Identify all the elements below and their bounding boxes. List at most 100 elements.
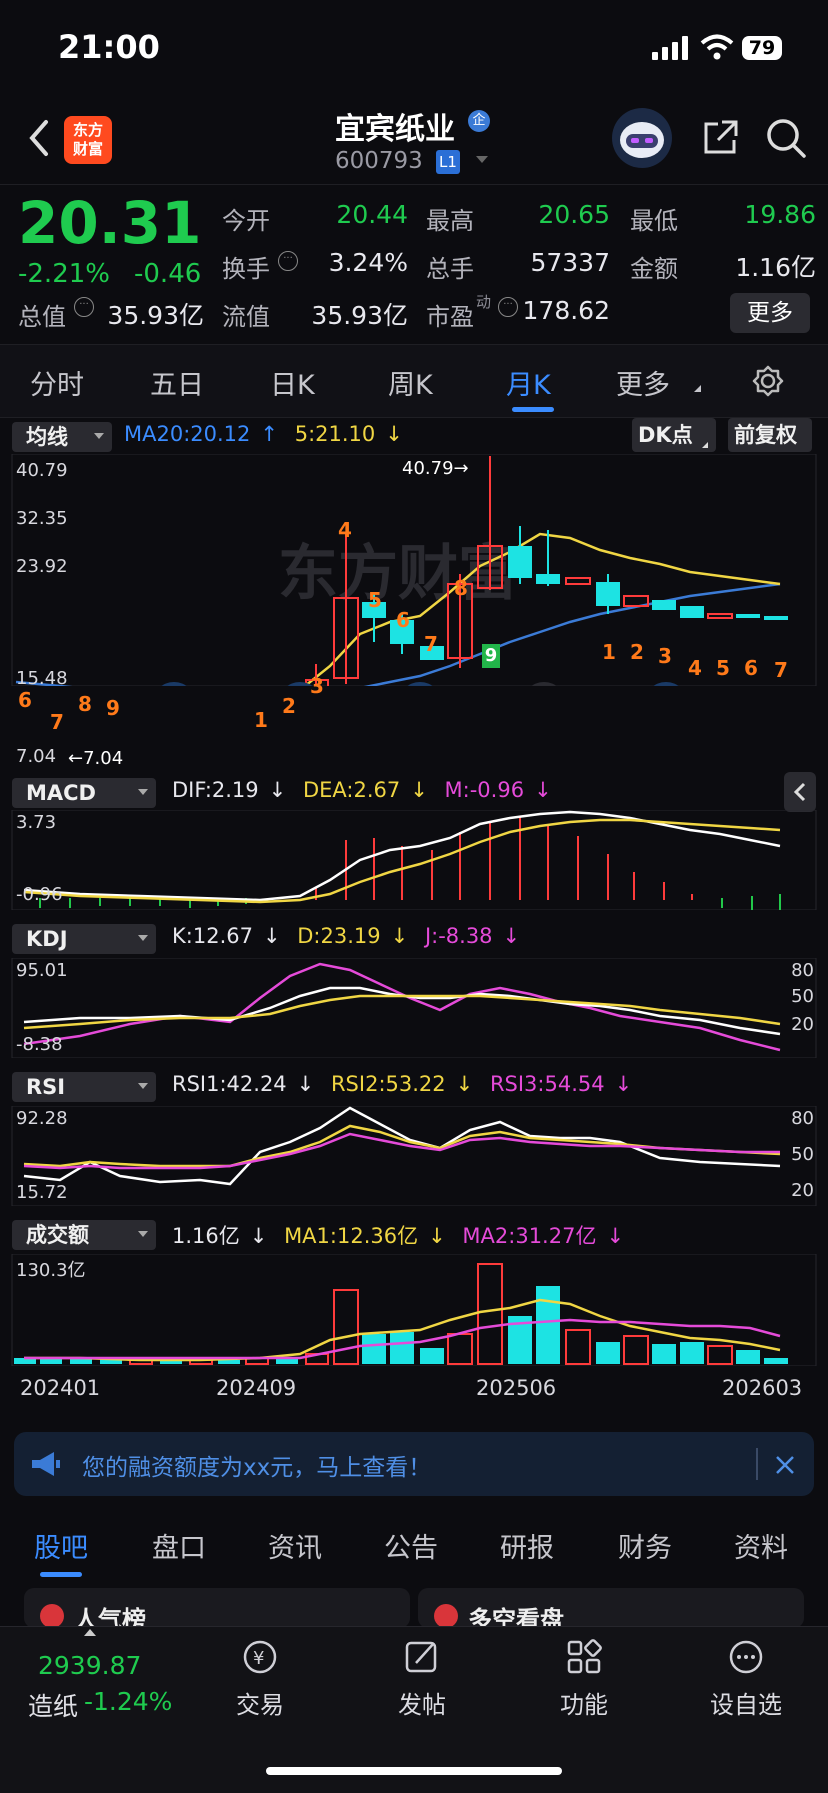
tab-daily[interactable]: 日K	[270, 363, 315, 402]
signal-icon	[652, 36, 688, 60]
td-number: 8	[454, 576, 468, 600]
tab-more-caret-icon	[694, 385, 701, 392]
level-badge[interactable]: L1	[436, 150, 460, 174]
home-indicator	[266, 1767, 562, 1775]
zoom-in-button[interactable]	[152, 682, 196, 686]
td-number: 1	[254, 708, 268, 732]
kdj-j: J:-8.38	[424, 924, 493, 948]
nav-trade[interactable]: ¥ 交易	[200, 1627, 320, 1719]
stock-header: 东方 财富 宜宾纸业 企 600793 L1	[0, 96, 828, 184]
td-number: 3	[310, 674, 324, 698]
kdj-k: K:12.67	[172, 924, 253, 948]
search-icon[interactable]	[764, 116, 808, 160]
volume-bars	[14, 1263, 788, 1365]
td-number: 9	[106, 696, 120, 720]
adjust-button[interactable]: 前复权	[728, 418, 812, 452]
float-value: 35.93亿	[311, 301, 408, 330]
tab-pankou[interactable]: 盘口	[152, 1526, 206, 1565]
nav-add-watchlist[interactable]: 设自选	[686, 1627, 806, 1719]
more-dots-icon	[729, 1640, 763, 1674]
close-icon[interactable]	[774, 1454, 796, 1476]
gear-icon[interactable]	[752, 365, 784, 397]
td-number: 3	[658, 644, 672, 668]
ma-indicator-selector[interactable]: 均线	[12, 422, 112, 452]
info-icon[interactable]: ···	[498, 297, 518, 317]
low-value: 19.86	[744, 200, 816, 229]
popularity-card[interactable]: 人气榜	[24, 1588, 410, 1628]
stock-code: 600793	[335, 148, 423, 174]
vs-icon	[434, 1604, 458, 1628]
clock: 21:00	[58, 28, 160, 66]
pe-value: 178.62	[522, 296, 610, 325]
y-label: 7.04	[16, 746, 57, 767]
financing-banner[interactable]: 您的融资额度为xx元，马上查看！	[14, 1432, 814, 1496]
more-button[interactable]: 更多	[730, 293, 810, 333]
td-number: 7	[424, 632, 438, 656]
td-number: 6	[744, 656, 758, 680]
y-label: 40.79	[16, 460, 68, 481]
macd-m: M:-0.96	[444, 778, 525, 802]
grid-icon	[567, 1639, 602, 1674]
amount-value: 1.16亿	[735, 253, 816, 282]
tab-monthly[interactable]: 月K	[506, 363, 551, 402]
macd-selector[interactable]: MACD	[12, 778, 156, 808]
tab-announcements[interactable]: 公告	[384, 1526, 438, 1565]
volume-y-top: 130.3亿	[16, 1260, 86, 1281]
kdj-y-bottom: -8.38	[16, 1034, 63, 1055]
kdj-r-50: 50	[791, 986, 814, 1007]
trade-icon: ¥	[243, 1640, 277, 1674]
back-icon[interactable]	[22, 118, 56, 158]
tab-guba[interactable]: 股吧	[34, 1526, 88, 1565]
index-name[interactable]: 造纸	[28, 1687, 78, 1723]
assistant-robot-icon[interactable]	[612, 108, 672, 168]
tab-five-day[interactable]: 五日	[150, 363, 204, 402]
period-tabs: 分时 五日 日K 周K 月K 更多	[0, 344, 828, 418]
card-title: 多空看盘	[468, 1606, 564, 1628]
high-value: 20.65	[538, 200, 610, 229]
turnover-label: 换手	[222, 255, 270, 283]
volume-chart[interactable]	[0, 1254, 828, 1366]
nav-post[interactable]: 发帖	[362, 1627, 482, 1719]
ma5-value: 5:21.10	[294, 422, 376, 446]
scroll-left-button[interactable]	[398, 682, 442, 686]
kdj-r-80: 80	[791, 960, 814, 981]
collapse-panel-button[interactable]	[784, 772, 816, 812]
tab-more[interactable]: 更多	[616, 363, 670, 402]
long-short-card[interactable]: 多空看盘	[418, 1588, 804, 1628]
volume-selector[interactable]: 成交额	[12, 1220, 156, 1250]
kdj-selector[interactable]: KDJ	[12, 924, 156, 954]
banner-text: 您的融资额度为xx元，马上查看！	[82, 1455, 432, 1481]
tab-news[interactable]: 资讯	[268, 1526, 322, 1565]
expand-up-icon[interactable]	[84, 1629, 96, 1636]
rsi-r-80: 80	[791, 1108, 814, 1129]
rsi-selector[interactable]: RSI	[12, 1072, 156, 1102]
tab-weekly[interactable]: 周K	[388, 363, 433, 402]
macd-chart[interactable]	[0, 810, 828, 910]
td-number: 8	[78, 692, 92, 716]
rsi-chart[interactable]	[0, 1106, 828, 1206]
td-number: 5	[716, 656, 730, 680]
tab-finance[interactable]: 财务	[618, 1526, 672, 1565]
info-icon[interactable]: ···	[74, 297, 94, 317]
nav-functions[interactable]: 功能	[524, 1627, 644, 1719]
ma20-value: MA20:20.12	[124, 422, 251, 446]
scroll-right-button[interactable]	[522, 682, 566, 686]
index-value[interactable]: 2939.87	[38, 1651, 141, 1680]
td-number: 6	[18, 688, 32, 712]
rsi-1: RSI1:42.24	[172, 1072, 287, 1096]
candlestick-chart[interactable]: 东方财富	[0, 454, 828, 686]
mktcap-value: 35.93亿	[107, 301, 204, 330]
tab-profile[interactable]: 资料	[734, 1526, 788, 1565]
td-number: 4	[338, 518, 352, 542]
tab-research[interactable]: 研报	[500, 1526, 554, 1565]
share-icon[interactable]	[700, 118, 740, 158]
volume-ma2: MA2:31.27亿	[462, 1224, 597, 1248]
chevron-down-icon[interactable]	[476, 156, 488, 163]
kdj-chart[interactable]	[0, 958, 828, 1058]
info-icon[interactable]: ···	[278, 251, 298, 271]
tab-minute[interactable]: 分时	[30, 363, 84, 402]
index-change[interactable]: -1.24%	[84, 1687, 172, 1716]
td-number: 5	[368, 588, 382, 612]
fullscreen-button[interactable]	[644, 682, 688, 686]
rsi-r-20: 20	[791, 1180, 814, 1201]
